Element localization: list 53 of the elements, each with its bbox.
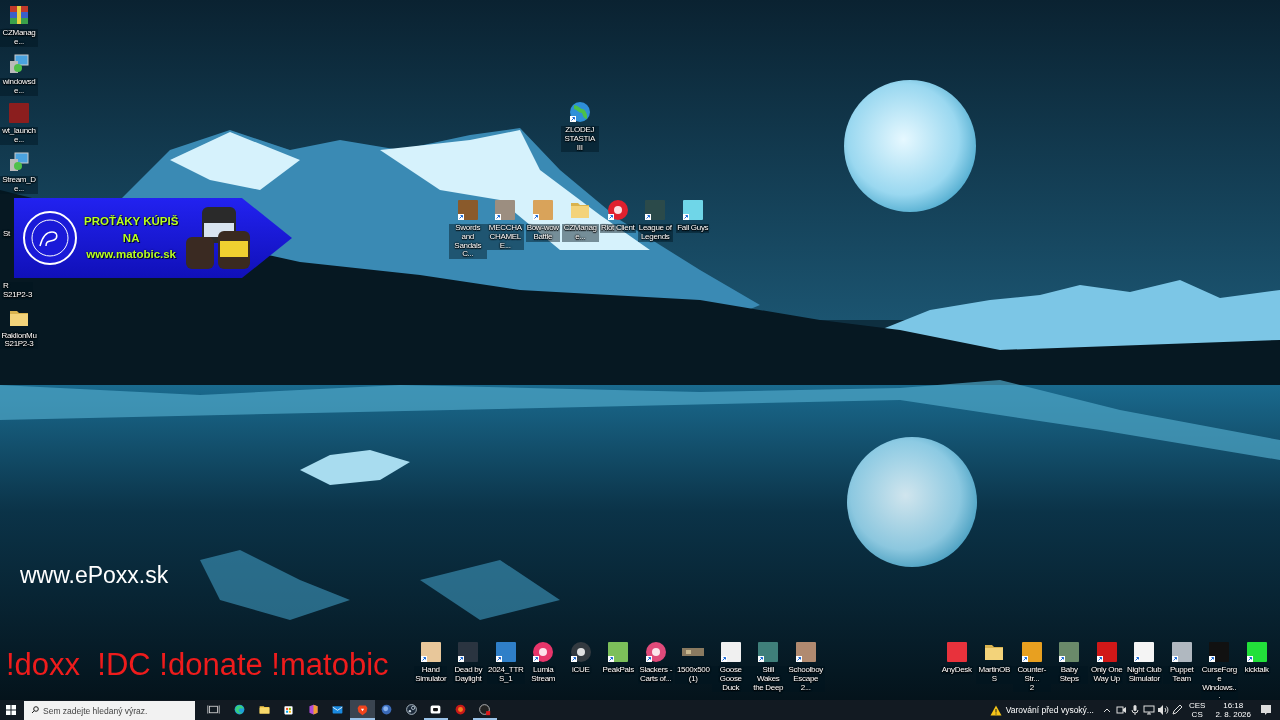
shield-icon <box>355 702 369 716</box>
desktop-shortcut[interactable]: Fall Guys <box>674 199 712 260</box>
desktop-shortcut[interactable]: Counter-Str... 2 <box>1013 641 1051 702</box>
orb-icon <box>380 702 394 716</box>
desktop-shortcut[interactable]: Baby Steps <box>1050 641 1088 702</box>
desktop-shortcut[interactable]: 2024_TTRS_1 <box>487 641 525 693</box>
desktop-shortcut[interactable]: Night Club Simulator <box>1125 641 1163 702</box>
desktop-shortcut[interactable]: AnyDesk <box>938 641 976 702</box>
desktop-shortcut[interactable]: R S21P2-3 <box>2 282 34 300</box>
desktop-shortcut[interactable]: MartinOBS <box>975 641 1013 702</box>
desktop-shortcut[interactable]: kicktalk <box>1238 641 1276 702</box>
desktop-shortcut[interactable]: League of Legends <box>636 199 674 260</box>
round-badge-icon <box>453 702 467 716</box>
desktop-shortcut[interactable]: 1500x500 (1) <box>674 641 712 693</box>
desktop-shortcut[interactable]: Hand Simulator <box>412 641 450 693</box>
desktop-shortcut[interactable]: Stream_De... <box>0 147 38 194</box>
banner-text: NA <box>122 230 140 246</box>
pen-icon[interactable] <box>1170 704 1183 716</box>
warning-notification[interactable]: Varování před vysoký... <box>983 700 1100 720</box>
clock[interactable]: 16:18 2. 8. 2026 <box>1210 700 1256 720</box>
banner-headline: PROŤÁKY KÚPIŠ <box>84 214 179 229</box>
task-view-icon <box>206 702 220 716</box>
desktop-shortcut[interactable]: Lumia Stream <box>524 641 562 693</box>
windows-logo-icon <box>6 705 16 715</box>
search-icon <box>31 706 39 714</box>
desktop-shortcut[interactable]: PeakPals <box>599 641 637 693</box>
desktop-shortcut[interactable]: Slackers - Carts of... <box>637 641 675 693</box>
desktop-shortcut[interactable]: iCUE <box>562 641 600 693</box>
desktop-shortcut[interactable]: RaklionMu S21P2-3 <box>0 302 38 350</box>
monitor-icon[interactable] <box>1142 704 1155 716</box>
app-tile-icon <box>306 702 320 716</box>
warning-icon <box>989 704 1002 716</box>
banner-url: www.matobic.sk <box>86 247 176 263</box>
wheel-icon <box>404 702 418 716</box>
speaker-icon[interactable] <box>1156 704 1169 716</box>
desktop-shortcut[interactable]: windowsde... <box>0 49 38 96</box>
chat-commands-text: !doxx !DC !donate !matobic <box>6 647 389 683</box>
desktop-shortcut[interactable]: Only One Way Up <box>1088 641 1126 702</box>
search-field[interactable]: Sem zadejte hledaný výraz. <box>24 701 195 720</box>
record-icon <box>478 702 492 716</box>
microphone-icon[interactable] <box>1128 704 1141 716</box>
camera-icon <box>429 702 443 716</box>
desktop-shortcut[interactable]: Riot Client <box>599 199 637 260</box>
desktop-shortcut[interactable]: CZManage... <box>0 0 38 47</box>
camera-icon[interactable] <box>1114 704 1127 716</box>
desktop-shortcut[interactable]: MECCHA CHAMELE... <box>486 199 524 260</box>
desktop-shortcut[interactable]: Dead by Daylight <box>449 641 487 693</box>
website-overlay-text: www.ePoxx.sk <box>20 562 169 589</box>
browser-icon <box>233 702 247 716</box>
desktop-shortcut[interactable]: Puppet Team <box>1163 641 1201 702</box>
notification-icon[interactable] <box>1260 704 1272 716</box>
language-indicator[interactable]: CES CS <box>1183 700 1211 720</box>
desktop-shortcut[interactable]: wt_launche... <box>0 98 38 145</box>
